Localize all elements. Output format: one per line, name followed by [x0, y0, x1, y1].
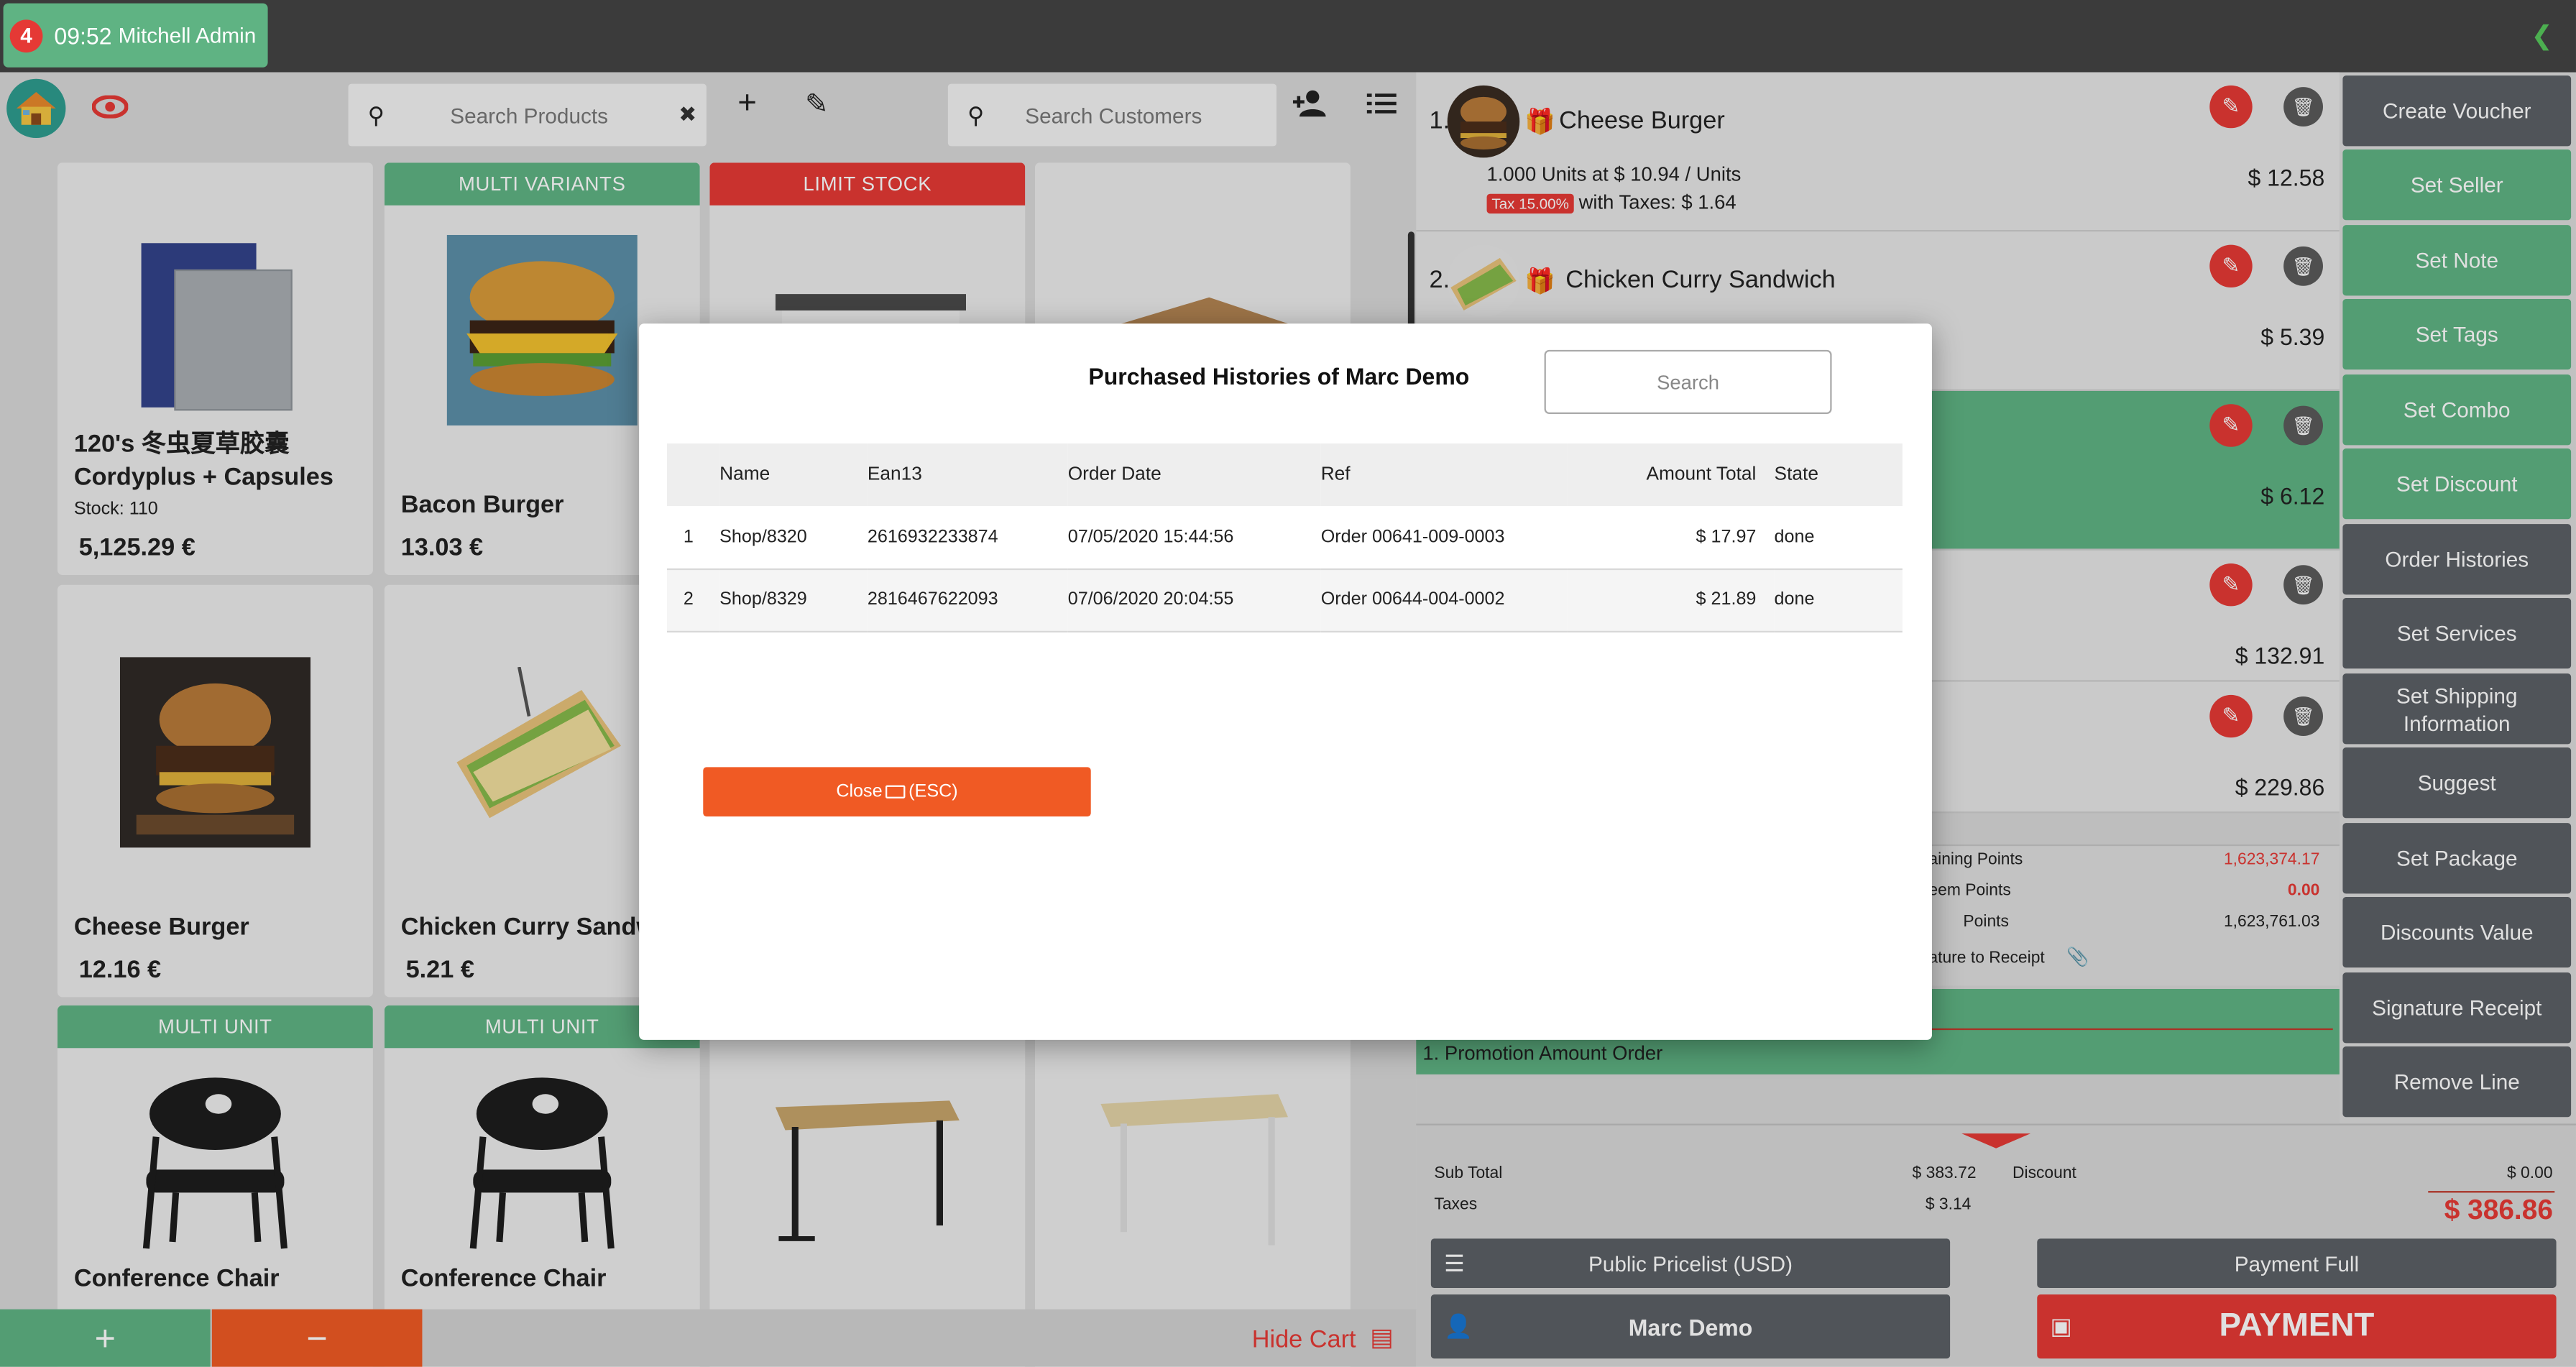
- user-chip[interactable]: 4 09:52 Mitchell Admin: [3, 3, 268, 68]
- col-ean13: Ean13: [867, 443, 1068, 506]
- row-state: done: [1774, 568, 1903, 632]
- col-ref: Ref: [1320, 443, 1568, 506]
- col-name: Name: [719, 443, 868, 506]
- row-amount: $ 17.97: [1567, 505, 1775, 569]
- purchase-history-modal: Purchased Histories of Marc Demo Search …: [639, 323, 1932, 1040]
- history-table: Name Ean13 Order Date Ref Amount Total S…: [666, 443, 1903, 632]
- chevron-left-icon[interactable]: ❮: [2531, 19, 2553, 52]
- close-hint: (ESC): [908, 781, 958, 802]
- notification-badge: 4: [9, 19, 43, 52]
- col-order-date: Order Date: [1067, 443, 1321, 506]
- row-state: done: [1774, 505, 1903, 569]
- top-bar: 4 09:52 Mitchell Admin ❮: [0, 0, 2576, 73]
- row-name: Shop/8329: [719, 568, 868, 632]
- clock-time: 09:52: [54, 22, 112, 49]
- row-ean13: 2816467622093: [867, 568, 1068, 632]
- row-name: Shop/8320: [719, 505, 868, 569]
- row-index: 2: [666, 568, 720, 632]
- row-ref: Order 00644-004-0002: [1320, 568, 1568, 632]
- table-row[interactable]: 1 Shop/8320 2616932233874 07/05/2020 15:…: [666, 505, 1903, 569]
- modal-search-input[interactable]: Search: [1544, 349, 1832, 414]
- row-index: 1: [666, 505, 720, 569]
- row-order-date: 07/05/2020 15:44:56: [1067, 505, 1321, 569]
- col-amount-total: Amount Total: [1567, 443, 1775, 506]
- col-state: State: [1774, 443, 1903, 506]
- table-row[interactable]: 2 Shop/8329 2816467622093 07/06/2020 20:…: [666, 568, 1903, 632]
- user-name: Mitchell Admin: [118, 22, 257, 48]
- row-ref: Order 00641-009-0003: [1320, 505, 1568, 569]
- table-header: Name Ean13 Order Date Ref Amount Total S…: [666, 443, 1903, 506]
- row-order-date: 07/06/2020 20:04:55: [1067, 568, 1321, 632]
- close-label: Close: [836, 781, 883, 802]
- close-button[interactable]: Close (ESC): [703, 767, 1091, 816]
- row-amount: $ 21.89: [1567, 568, 1775, 632]
- keyboard-icon: [886, 785, 906, 798]
- row-ean13: 2616932233874: [867, 505, 1068, 569]
- modal-title-text: Purchased Histories of Marc Demo: [1088, 363, 1470, 390]
